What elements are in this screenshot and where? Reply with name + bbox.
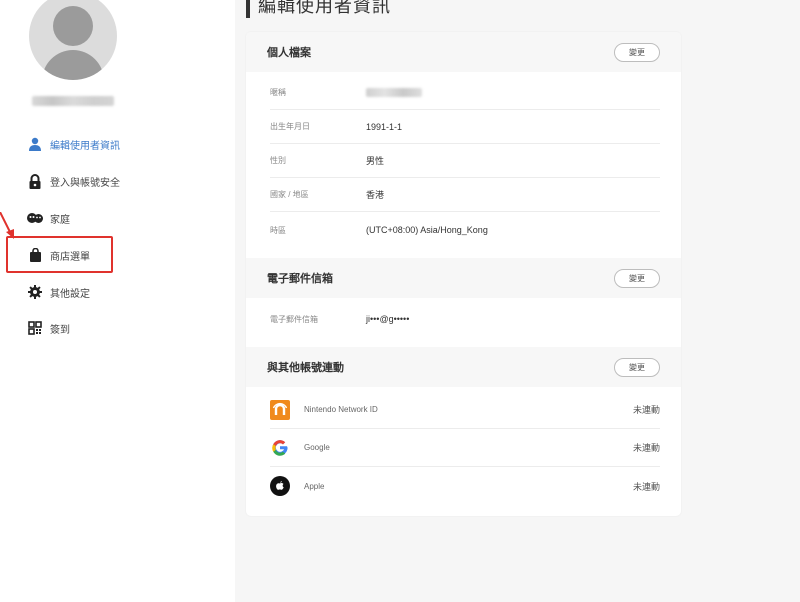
profile-section-title: 個人檔案: [267, 47, 311, 59]
username-redacted: [32, 96, 114, 106]
highlight-box: [6, 236, 113, 273]
email-section-header: 電子郵件信箱 變更: [246, 258, 681, 298]
profile-change-button[interactable]: 變更: [614, 42, 660, 62]
profile-row-nickname: 暱稱: [270, 76, 660, 110]
linked-section-title: 與其他帳號連動: [267, 362, 344, 374]
email-change-button[interactable]: 變更: [614, 268, 660, 288]
arrow-icon: [0, 212, 14, 239]
profile-row-gender: 性別 男性: [270, 144, 660, 178]
sidebar-item-family[interactable]: 家庭: [27, 208, 70, 228]
google-link-status: 未連動: [632, 443, 660, 453]
sidebar-item-edit-user-info[interactable]: 編輯使用者資訊: [27, 134, 120, 154]
linked-section-header: 與其他帳號連動 變更: [246, 347, 681, 387]
avatar: [29, 0, 117, 80]
linked-row-nnid: Nintendo Network ID 未連動: [270, 391, 660, 429]
email-row: 電子郵件信箱 ji•••@g•••••: [270, 314, 410, 324]
apple-icon: [270, 476, 290, 496]
linked-row-apple: Apple 未連動: [270, 467, 660, 505]
page-title: 編輯使用者資訊: [246, 0, 391, 18]
profile-row-country: 國家 / 地區 香港: [270, 178, 660, 212]
linked-change-button[interactable]: 變更: [614, 357, 660, 377]
sidebar-item-other-settings[interactable]: 其他設定: [27, 282, 90, 302]
profile-row-birthday: 出生年月日 1991-1-1: [270, 110, 660, 144]
user-info-card: 個人檔案 變更 暱稱 出生年月日 1991-1-1 性別 男性 國家 / 地區 …: [246, 32, 681, 516]
nnid-link-status: 未連動: [632, 405, 660, 415]
lock-icon: [27, 173, 43, 189]
profile-section-header: 個人檔案 變更: [246, 32, 681, 72]
nintendo-network-icon: [270, 399, 290, 420]
family-icon: [27, 210, 43, 226]
sidebar-item-login-security[interactable]: 登入與帳號安全: [27, 171, 120, 191]
linked-row-google: Google 未連動: [270, 429, 660, 467]
profile-row-timezone: 時區 (UTC+08:00) Asia/Hong_Kong: [270, 225, 488, 235]
qr-code-icon: [27, 320, 43, 336]
gear-icon: [27, 284, 43, 300]
email-section-title: 電子郵件信箱: [267, 273, 333, 285]
user-icon: [27, 136, 43, 152]
apple-link-status: 未連動: [632, 481, 660, 492]
sidebar: 編輯使用者資訊 登入與帳號安全 家庭 商店選單 其他設定 簽到: [0, 0, 235, 602]
sidebar-item-check-in[interactable]: 簽到: [27, 318, 70, 338]
google-icon: [270, 438, 290, 458]
nickname-redacted: [366, 88, 422, 97]
